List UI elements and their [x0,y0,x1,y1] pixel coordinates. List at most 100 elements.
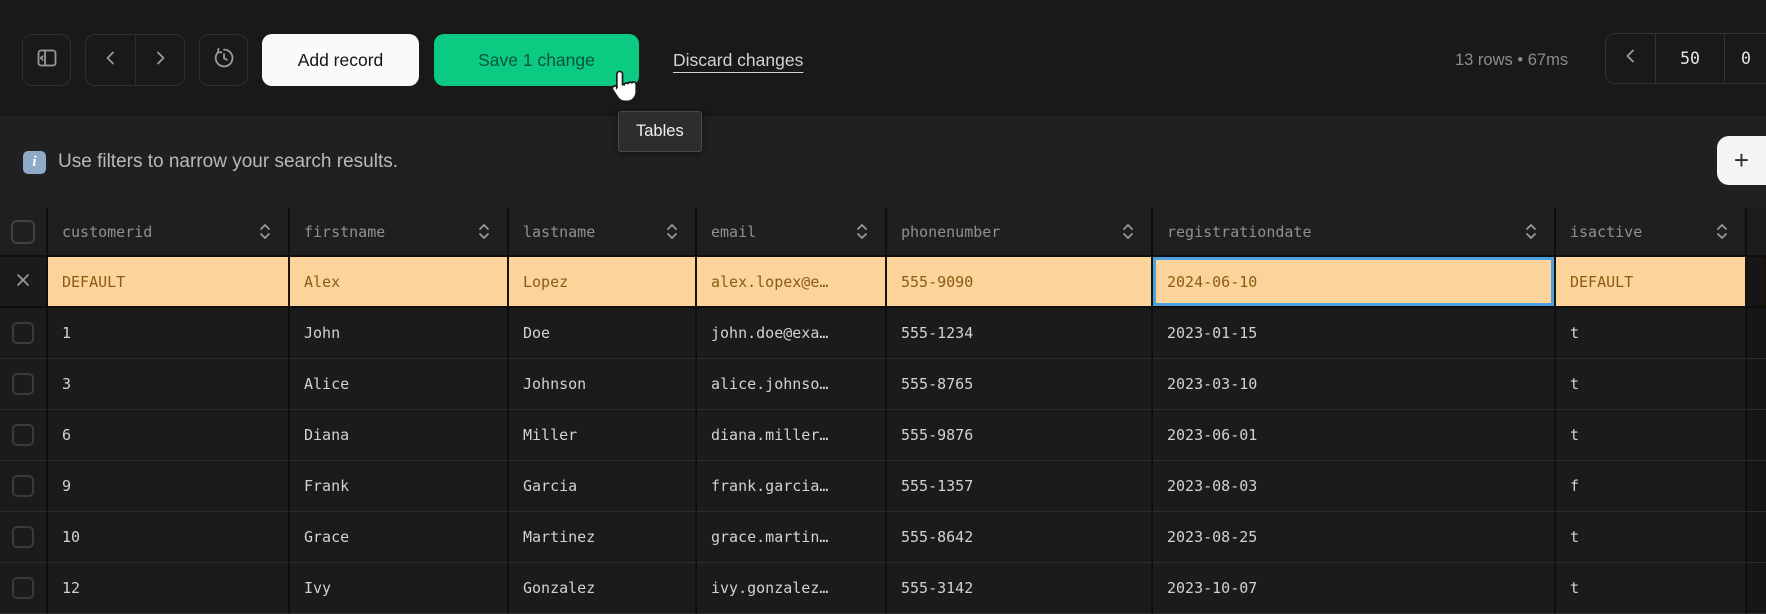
cell-firstname[interactable]: John [290,308,509,359]
select-all-checkbox[interactable] [11,220,35,244]
cell-firstname[interactable]: Alice [290,359,509,410]
cell-isactive[interactable]: t [1556,359,1747,410]
sort-icon[interactable] [258,222,272,241]
cell-lastname[interactable]: Miller [509,410,697,461]
sort-icon[interactable] [855,222,869,241]
cell-lastname[interactable]: Johnson [509,359,697,410]
cell-customerid[interactable]: 9 [48,461,290,512]
row-checkbox[interactable] [12,373,34,395]
cell-isactive[interactable]: t [1556,410,1747,461]
pending-new-row: DEFAULT Alex Lopez alex.lopex@e… 555-909… [0,257,1766,308]
column-header-firstname[interactable]: firstname [290,208,509,257]
add-filter-button[interactable]: + [1717,136,1766,185]
cell-registrationdate[interactable]: 2023-10-07 [1153,563,1556,614]
column-header-registrationdate[interactable]: registrationdate [1153,208,1556,257]
cell-isactive[interactable]: t [1556,512,1747,563]
cell-registrationdate[interactable]: 2023-03-10 [1153,359,1556,410]
cell-registrationdate[interactable]: 2023-01-15 [1153,308,1556,359]
discard-row-cell[interactable] [0,257,48,308]
cell-phonenumber[interactable]: 555-8642 [887,512,1153,563]
row-checkbox[interactable] [12,322,34,344]
column-header-isactive[interactable]: isactive [1556,208,1747,257]
cell-email[interactable]: frank.garcia… [697,461,887,512]
table-row: 3 Alice Johnson alice.johnso… 555-8765 2… [0,359,1766,410]
row-select-cell [0,563,48,614]
cell-isactive[interactable]: DEFAULT [1556,257,1747,308]
cell-customerid[interactable]: 12 [48,563,290,614]
cell-registrationdate[interactable]: 2023-08-25 [1153,512,1556,563]
sort-icon[interactable] [477,222,491,241]
page-prev-button[interactable] [1606,34,1655,83]
cell-lastname[interactable]: Doe [509,308,697,359]
toolbar: Add record Save 1 change Discard changes… [0,0,1766,115]
sidebar-toggle-button[interactable] [22,34,71,86]
cell-customerid[interactable]: DEFAULT [48,257,290,308]
cell-phonenumber[interactable]: 555-8765 [887,359,1153,410]
cell-customerid[interactable]: 6 [48,410,290,461]
cell-email[interactable]: john.doe@exa… [697,308,887,359]
table-header-row: customerid firstname lastname email phon… [0,208,1766,257]
chevron-left-icon [102,49,120,72]
cell-firstname[interactable]: Ivy [290,563,509,614]
sort-icon[interactable] [1121,222,1135,241]
cell-phonenumber[interactable]: 555-9090 [887,257,1153,308]
table-right-gutter [1747,512,1766,563]
cell-registrationdate[interactable]: 2023-08-03 [1153,461,1556,512]
add-record-button[interactable]: Add record [262,34,419,86]
column-header-customerid[interactable]: customerid [48,208,290,257]
cell-phonenumber[interactable]: 555-1234 [887,308,1153,359]
cell-firstname[interactable]: Diana [290,410,509,461]
app-window: Add record Save 1 change Discard changes… [0,0,1766,614]
cell-email[interactable]: grace.martin… [697,512,887,563]
cell-phonenumber[interactable]: 555-3142 [887,563,1153,614]
cell-phonenumber[interactable]: 555-9876 [887,410,1153,461]
row-checkbox[interactable] [12,475,34,497]
sort-icon[interactable] [1524,222,1538,241]
save-changes-button[interactable]: Save 1 change [434,34,639,86]
page-offset-field[interactable]: 0 [1724,34,1766,83]
cell-email[interactable]: ivy.gonzalez… [697,563,887,614]
cell-registrationdate-selected[interactable]: 2024-06-10 [1153,257,1556,308]
row-select-cell [0,461,48,512]
table-right-gutter [1747,359,1766,410]
table-right-gutter [1747,208,1766,257]
discard-changes-link[interactable]: Discard changes [673,50,803,71]
table-right-gutter [1747,308,1766,359]
cell-isactive[interactable]: t [1556,308,1747,359]
row-checkbox[interactable] [12,577,34,599]
cell-phonenumber[interactable]: 555-1357 [887,461,1153,512]
query-history-button[interactable] [199,34,248,86]
back-button[interactable] [86,35,135,85]
cell-firstname[interactable]: Alex [290,257,509,308]
filter-banner: i Use filters to narrow your search resu… [0,115,1766,208]
column-header-email[interactable]: email [697,208,887,257]
column-header-phonenumber[interactable]: phonenumber [887,208,1153,257]
column-header-lastname[interactable]: lastname [509,208,697,257]
sort-icon[interactable] [665,222,679,241]
row-checkbox[interactable] [12,424,34,446]
cell-lastname[interactable]: Lopez [509,257,697,308]
cell-email[interactable]: alex.lopex@e… [697,257,887,308]
panel-left-icon [35,46,59,75]
cell-lastname[interactable]: Martinez [509,512,697,563]
cell-customerid[interactable]: 1 [48,308,290,359]
cell-firstname[interactable]: Frank [290,461,509,512]
cell-isactive[interactable]: f [1556,461,1747,512]
cell-firstname[interactable]: Grace [290,512,509,563]
cell-lastname[interactable]: Garcia [509,461,697,512]
cell-email[interactable]: alice.johnso… [697,359,887,410]
forward-button[interactable] [135,35,184,85]
cell-customerid[interactable]: 3 [48,359,290,410]
table-row: 9 Frank Garcia frank.garcia… 555-1357 20… [0,461,1766,512]
row-checkbox[interactable] [12,526,34,548]
cell-isactive[interactable]: t [1556,563,1747,614]
table-body: 1 John Doe john.doe@exa… 555-1234 2023-0… [0,308,1766,614]
cell-email[interactable]: diana.miller… [697,410,887,461]
sort-icon[interactable] [1715,222,1729,241]
cell-registrationdate[interactable]: 2023-06-01 [1153,410,1556,461]
table-right-gutter [1747,563,1766,614]
table-right-gutter [1747,257,1766,308]
page-size-field[interactable]: 50 [1655,34,1724,83]
cell-lastname[interactable]: Gonzalez [509,563,697,614]
cell-customerid[interactable]: 10 [48,512,290,563]
